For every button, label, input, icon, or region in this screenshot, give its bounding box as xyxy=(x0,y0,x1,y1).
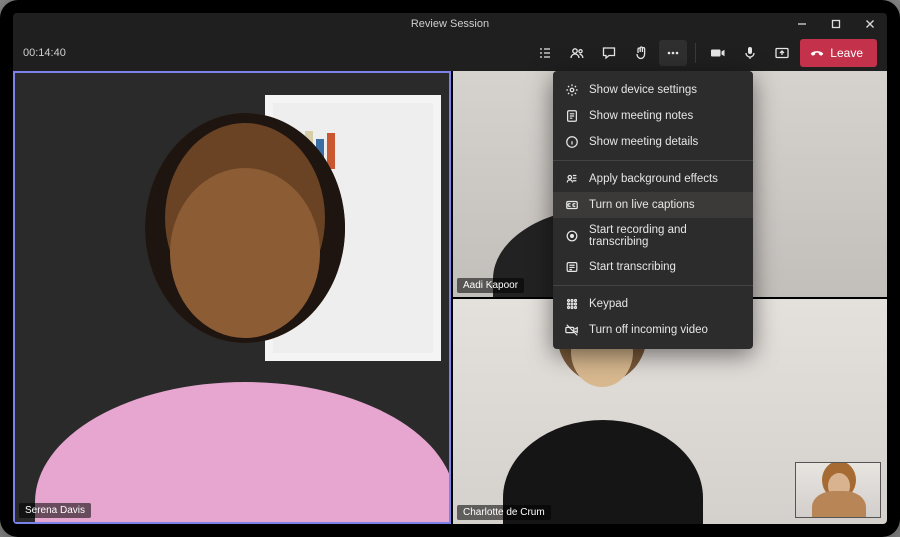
menu-item-label: Apply background effects xyxy=(589,173,718,185)
gear-icon xyxy=(565,83,579,97)
meeting-toolbar: 00:14:40 xyxy=(13,35,887,71)
call-timer: 00:14:40 xyxy=(23,47,66,59)
menu-item[interactable]: Start transcribing xyxy=(553,254,753,280)
menu-item-label: Turn off incoming video xyxy=(589,324,708,336)
menu-item[interactable]: Keypad xyxy=(553,291,753,317)
menu-item[interactable]: Turn off incoming video xyxy=(553,317,753,343)
window-controls xyxy=(785,13,887,35)
app-window: Review Session 00:14:40 xyxy=(13,13,887,524)
menu-item-label: Start transcribing xyxy=(589,261,676,273)
share-screen-icon[interactable] xyxy=(768,40,796,66)
camera-icon[interactable] xyxy=(704,40,732,66)
window-title: Review Session xyxy=(411,18,489,30)
leave-label: Leave xyxy=(830,46,863,60)
menu-item-label: Keypad xyxy=(589,298,628,310)
captions-icon xyxy=(565,198,579,212)
more-actions-icon[interactable] xyxy=(659,40,687,66)
self-preview[interactable] xyxy=(795,462,881,518)
menu-item-label: Show meeting details xyxy=(589,136,698,148)
raise-hand-icon[interactable] xyxy=(627,40,655,66)
menu-group-2: Apply background effects Turn on live cap… xyxy=(553,166,753,280)
menu-item[interactable]: Show device settings xyxy=(553,77,753,103)
participant-name-tag: Charlotte de Crum xyxy=(457,505,551,520)
menu-item-label: Start recording and transcribing xyxy=(589,224,741,248)
leave-button[interactable]: Leave xyxy=(800,39,877,67)
background-icon xyxy=(565,172,579,186)
maximize-button[interactable] xyxy=(819,13,853,35)
menu-item-label: Show device settings xyxy=(589,84,697,96)
menu-item-label: Show meeting notes xyxy=(589,110,693,122)
note-icon xyxy=(565,109,579,123)
transcribe-icon xyxy=(565,260,579,274)
menu-item[interactable]: Turn on live captions xyxy=(553,192,753,218)
info-icon xyxy=(565,135,579,149)
device-frame: Review Session 00:14:40 xyxy=(0,0,900,537)
participant-name-tag: Serena Davis xyxy=(19,503,91,518)
menu-item[interactable]: Start recording and transcribing xyxy=(553,218,753,254)
keypad-icon xyxy=(565,297,579,311)
menu-group-1: Show device settings Show meeting notes Sh… xyxy=(553,77,753,155)
participant-name-tag: Aadi Kapoor xyxy=(457,278,524,293)
chat-icon[interactable] xyxy=(595,40,623,66)
minimize-button[interactable] xyxy=(785,13,819,35)
roster-list-icon[interactable] xyxy=(531,40,559,66)
video-off-icon xyxy=(565,323,579,337)
menu-separator xyxy=(553,285,753,286)
menu-separator xyxy=(553,160,753,161)
mic-icon[interactable] xyxy=(736,40,764,66)
menu-item[interactable]: Show meeting details xyxy=(553,129,753,155)
record-icon xyxy=(565,229,579,243)
title-bar: Review Session xyxy=(13,13,887,35)
menu-item-label: Turn on live captions xyxy=(589,199,695,211)
people-icon[interactable] xyxy=(563,40,591,66)
more-actions-menu: Show device settings Show meeting notes Sh… xyxy=(553,71,753,349)
hangup-icon xyxy=(810,45,824,62)
close-button[interactable] xyxy=(853,13,887,35)
toolbar-separator xyxy=(695,43,696,63)
menu-group-3: Keypad Turn off incoming video xyxy=(553,291,753,343)
menu-item[interactable]: Apply background effects xyxy=(553,166,753,192)
video-stage: Serena Davis Aadi Kapoor Charlotte de Cr… xyxy=(13,71,887,524)
video-tile-main[interactable]: Serena Davis xyxy=(13,71,451,524)
menu-item[interactable]: Show meeting notes xyxy=(553,103,753,129)
